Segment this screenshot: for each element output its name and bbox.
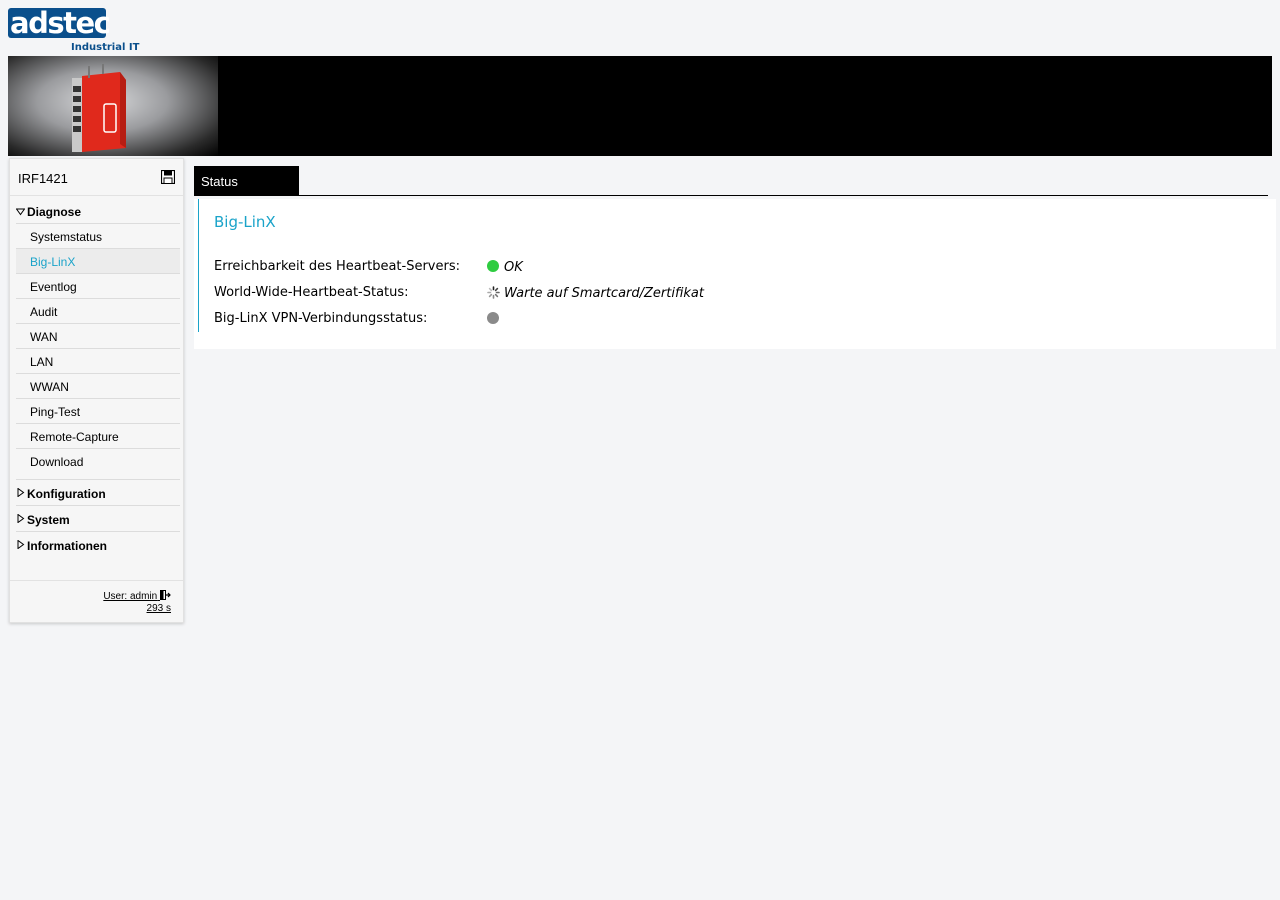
header-banner xyxy=(8,56,1272,156)
brand-logo: adstec Industrial IT xyxy=(8,6,140,54)
sidebar-nav: Diagnose Systemstatus Big-LinX Eventlog … xyxy=(16,199,180,558)
status-value: Warte auf Smartcard/Zertifikat xyxy=(487,286,704,301)
collapsed-triangle-icon xyxy=(17,488,25,497)
nav-group-diagnose[interactable]: Diagnose xyxy=(16,199,180,224)
sidebar-item-label: Eventlog xyxy=(30,280,77,294)
logo-text: adstec xyxy=(10,6,111,40)
sidebar-item-remote-capture[interactable]: Remote-Capture xyxy=(16,424,180,449)
status-label: World-Wide-Heartbeat-Status: xyxy=(214,285,409,300)
nav-group-label: System xyxy=(27,513,70,527)
logo-tagline: Industrial IT xyxy=(71,42,140,53)
nav-group-label: Diagnose xyxy=(27,205,82,219)
nav-group-konfiguration[interactable]: Konfiguration xyxy=(16,480,180,506)
grey-dot-icon xyxy=(487,312,499,324)
status-value: OK xyxy=(487,260,523,275)
panel-accent-line xyxy=(198,199,199,332)
sidebar-item-audit[interactable]: Audit xyxy=(16,299,180,324)
sidebar-item-label: Systemstatus xyxy=(30,230,103,244)
sidebar: IRF1421 Diagnose Systemstatus Big-LinX E… xyxy=(9,158,184,623)
sidebar-item-label: Ping-Test xyxy=(30,405,81,419)
sidebar-item-label: LAN xyxy=(30,355,54,369)
sidebar-item-lan[interactable]: LAN xyxy=(16,349,180,374)
save-icon[interactable] xyxy=(161,170,175,184)
status-value xyxy=(487,312,504,327)
nav-group-informationen[interactable]: Informationen xyxy=(16,532,180,558)
sidebar-item-big-linx[interactable]: Big-LinX xyxy=(16,249,180,274)
device-header: IRF1421 xyxy=(10,159,183,196)
sidebar-item-wan[interactable]: WAN xyxy=(16,324,180,349)
sidebar-item-label: WAN xyxy=(30,330,58,344)
sidebar-item-label: Audit xyxy=(30,305,58,319)
nav-subitems: Systemstatus Big-LinX Eventlog Audit WAN… xyxy=(16,224,180,480)
green-dot-icon xyxy=(487,260,499,272)
logout-icon xyxy=(160,590,171,600)
sidebar-item-label: Download xyxy=(30,455,84,469)
sidebar-item-wwan[interactable]: WWAN xyxy=(16,374,180,399)
nav-group-system[interactable]: System xyxy=(16,506,180,532)
status-value-text: Warte auf Smartcard/Zertifikat xyxy=(504,286,704,301)
nav-group-label: Informationen xyxy=(27,539,107,553)
sidebar-item-label: Remote-Capture xyxy=(30,430,119,444)
router-device-icon xyxy=(72,64,126,152)
sidebar-item-systemstatus[interactable]: Systemstatus xyxy=(16,224,180,249)
tab-status[interactable]: Status xyxy=(194,166,299,196)
status-value-text: OK xyxy=(504,260,523,275)
device-name: IRF1421 xyxy=(18,171,68,186)
expanded-triangle-icon xyxy=(16,208,25,216)
collapsed-triangle-icon xyxy=(17,540,25,549)
panel-title: Big-LinX xyxy=(214,213,276,231)
user-label: User: admin xyxy=(103,591,158,602)
sidebar-item-label: Big-LinX xyxy=(30,255,76,269)
spinner-icon xyxy=(487,286,500,299)
sidebar-item-eventlog[interactable]: Eventlog xyxy=(16,274,180,299)
collapsed-triangle-icon xyxy=(17,514,25,523)
sidebar-item-label: WWAN xyxy=(30,380,69,394)
logout-link[interactable]: User: admin xyxy=(103,590,171,602)
sidebar-item-ping-test[interactable]: Ping-Test xyxy=(16,399,180,424)
session-footer: User: admin 293 s xyxy=(10,580,183,622)
status-label: Big-LinX VPN-Verbindungsstatus: xyxy=(214,311,428,326)
tab-divider xyxy=(194,195,1268,196)
tab-label: Status xyxy=(201,174,238,189)
status-panel: Big-LinX Erreichbarkeit des Heartbeat-Se… xyxy=(194,199,1276,349)
sidebar-item-download[interactable]: Download xyxy=(16,449,180,480)
nav-group-label: Konfiguration xyxy=(27,487,106,501)
status-label: Erreichbarkeit des Heartbeat-Servers: xyxy=(214,259,460,274)
session-timer: 293 s xyxy=(146,603,171,614)
